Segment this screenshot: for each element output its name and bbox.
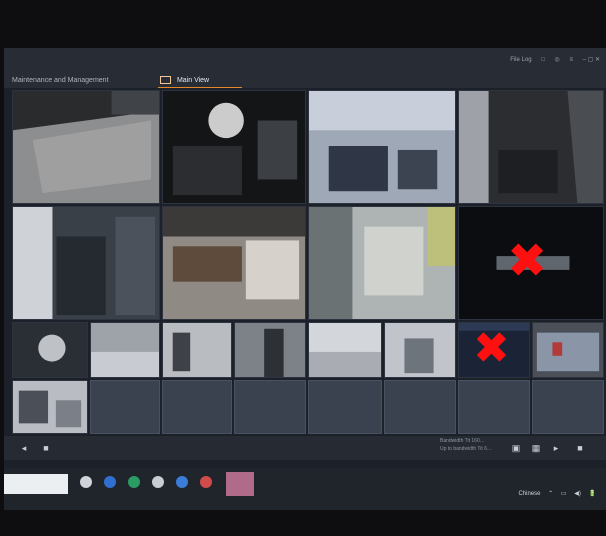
settings-icon[interactable]: ◎	[555, 57, 560, 63]
status-line: Up to bandwidth Tit 6…	[440, 446, 492, 452]
camera-grid: ✖ ✖	[12, 90, 604, 434]
active-app-icon[interactable]	[226, 472, 254, 496]
app-icon[interactable]	[176, 476, 188, 488]
camera-tile[interactable]	[162, 90, 306, 204]
camera-tile[interactable]	[458, 90, 604, 204]
bandwidth-status: Bandwidth Tit 160… Up to bandwidth Tit 6…	[440, 437, 492, 453]
window-icon[interactable]: □	[541, 57, 545, 63]
network-icon[interactable]: ▭	[561, 491, 567, 497]
chrome-icon[interactable]	[152, 476, 164, 488]
minimize-maximize-close-buttons[interactable]: – ▢ ✕	[583, 57, 600, 63]
grid-layout-icon[interactable]: ▦	[530, 442, 542, 454]
camera-tile[interactable]	[532, 322, 604, 378]
app-top-bar: Maintenance and Management Main View Fil…	[4, 48, 606, 88]
camera-tile[interactable]	[12, 380, 88, 434]
camera-tile[interactable]	[12, 322, 88, 378]
fullscreen-icon[interactable]: ▣	[510, 442, 522, 454]
empty-tile[interactable]	[458, 380, 530, 434]
layout-icon[interactable]: ◂	[18, 442, 30, 454]
camera-feed-icon	[163, 91, 305, 203]
tab-main-view[interactable]: Main View	[160, 74, 209, 88]
settings-icon[interactable]: ■	[574, 442, 586, 454]
tab-maintenance-management[interactable]: Maintenance and Management	[12, 74, 109, 88]
language-indicator[interactable]: Chinese	[518, 491, 540, 497]
active-tab-indicator	[158, 87, 242, 88]
camera-tile[interactable]	[90, 322, 160, 378]
tab-label: Maintenance and Management	[12, 77, 109, 84]
camera-feed-icon	[309, 323, 381, 377]
camera-feed-icon	[459, 91, 603, 203]
disconnected-x-mark: ✖	[473, 323, 510, 374]
camera-tile[interactable]	[384, 322, 456, 378]
camera-tile[interactable]	[308, 322, 382, 378]
system-tray: Chinese ⌃ ▭ ◀) 🔋	[512, 490, 596, 497]
empty-tile[interactable]	[90, 380, 160, 434]
edge-icon[interactable]	[104, 476, 116, 488]
camera-feed-icon	[385, 323, 455, 377]
menu-icon[interactable]: ≡	[569, 57, 573, 63]
empty-tile[interactable]	[384, 380, 456, 434]
camera-tile-offline[interactable]: ✖	[458, 322, 530, 378]
camera-feed-icon	[13, 91, 159, 203]
camera-tile[interactable]	[308, 90, 456, 204]
camera-tile[interactable]	[234, 322, 306, 378]
camera-tile[interactable]	[162, 322, 232, 378]
task-view-icon[interactable]	[80, 476, 92, 488]
camera-feed-icon	[163, 323, 231, 377]
camera-feed-icon	[235, 323, 305, 377]
app-icon[interactable]	[200, 476, 212, 488]
volume-icon[interactable]: ◀)	[574, 491, 581, 497]
empty-tile[interactable]	[308, 380, 382, 434]
taskbar-search-box[interactable]	[4, 474, 68, 494]
close-all-icon[interactable]: ■	[40, 442, 52, 454]
camera-tile[interactable]	[308, 206, 456, 320]
empty-tile[interactable]	[532, 380, 604, 434]
camera-feed-icon	[309, 91, 455, 203]
more-icon[interactable]: ▸	[550, 442, 562, 454]
camera-feed-icon	[13, 323, 87, 377]
camera-feed-icon	[13, 207, 159, 319]
app-icon[interactable]	[128, 476, 140, 488]
camera-tile[interactable]	[12, 206, 160, 320]
camera-feed-icon	[533, 323, 603, 377]
empty-tile[interactable]	[234, 380, 306, 434]
screen: Maintenance and Management Main View Fil…	[4, 48, 606, 510]
disconnected-x-mark: ✖	[507, 233, 548, 289]
camera-feed-icon	[91, 323, 159, 377]
battery-icon[interactable]: 🔋	[589, 491, 596, 497]
camera-feed-icon	[309, 207, 455, 319]
camera-tile[interactable]	[162, 206, 306, 320]
status-line: Bandwidth Tit 160…	[440, 438, 485, 444]
camera-feed-icon	[163, 207, 305, 319]
monitor-bezel: Maintenance and Management Main View Fil…	[0, 0, 606, 536]
windows-taskbar: Chinese ⌃ ▭ ◀) 🔋	[4, 468, 606, 510]
window-controls: File Log □ ◎ ≡ – ▢ ✕	[502, 56, 600, 63]
file-log-button[interactable]: File Log	[510, 57, 531, 63]
camera-tile-offline[interactable]: ✖	[458, 206, 604, 320]
live-view-toolbar: ◂ ■ ▣ ▦ ▸ ■	[4, 436, 606, 460]
camera-feed-icon	[13, 381, 87, 433]
tab-label: Main View	[176, 77, 210, 84]
camera-tile[interactable]	[12, 90, 160, 204]
empty-tile[interactable]	[162, 380, 232, 434]
chevron-up-icon[interactable]: ⌃	[548, 491, 553, 497]
camera-icon	[160, 76, 171, 85]
